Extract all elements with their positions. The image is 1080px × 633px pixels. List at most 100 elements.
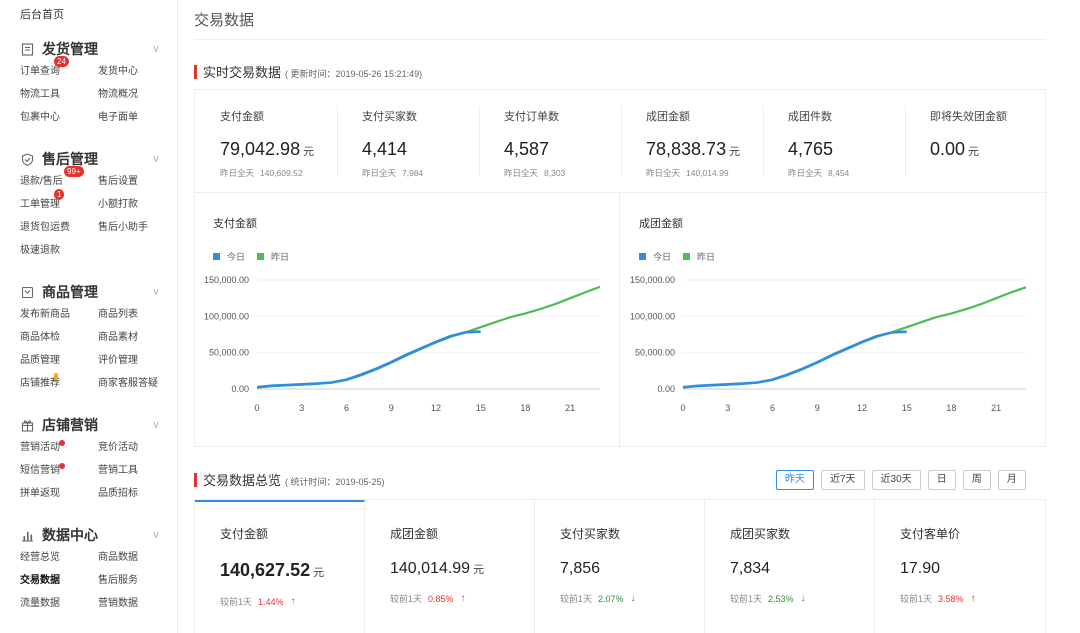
sidebar-item[interactable]: 拼单返现 [20,482,98,505]
sidebar-home-link[interactable]: 后台首页 [20,6,64,22]
sidebar-item-label: 商品数据 [98,552,138,563]
chevron-down-icon[interactable]: ∨ [152,418,160,431]
arrow-down-icon: ↓ [630,593,636,604]
compare-label: 较前1天 [220,597,253,607]
sidebar-item-label: 商家客服答疑 [98,378,158,389]
realtime-section-header: 实时交易数据 ( 更新时间：2019-05-26 15:21:49) [194,62,422,81]
sidebar-item[interactable]: 短信营销 [20,459,98,482]
y-tick-label: 0.00 [231,384,249,394]
range-tab[interactable]: 昨天 [776,470,814,490]
sidebar-item[interactable]: 包裹中心 [20,106,98,129]
overview-card[interactable]: 支付客单价 17.90 较前1天 3.58% ↑ [875,500,1045,633]
sidebar-item[interactable]: 营销活动 [20,436,98,459]
kpi-yesterday-label: 昨日全天 [646,168,681,178]
sidebar-group-items: 营销活动 竞价活动 短信营销 营销工具拼单返现 品质招标 [0,436,178,505]
sidebar-item[interactable]: 退货包运费 [20,216,98,239]
sidebar-item-label: 工单管理 [20,199,60,210]
sidebar-item[interactable]: 评价管理 [98,349,176,372]
sidebar-item[interactable]: 极速退款 [20,239,98,262]
sidebar-item[interactable]: 售后小助手 [98,216,176,239]
y-tick-label: 100,000.00 [204,311,249,321]
compare-label: 较前1天 [730,594,763,604]
sidebar-item[interactable]: 品质管理 [20,349,98,372]
sidebar-group-title: 发货管理 [42,41,98,57]
sidebar-group-header[interactable]: 发货管理 ∨ [0,38,178,60]
sidebar-item[interactable]: 订单查询 24 [20,56,98,83]
sidebar-item-label: 品质招标 [98,488,138,499]
y-tick-label: 50,000.00 [209,348,249,358]
sidebar-item[interactable]: 品质招标 [98,482,176,505]
compare-label: 较前1天 [900,594,933,604]
sidebar-item-label: 营销数据 [98,598,138,609]
sidebar-group-header[interactable]: 数据中心 ∨ [0,524,178,546]
sidebar-item-label: 商品体检 [20,332,60,343]
sidebar-group-header[interactable]: 商品管理 ∨ [0,281,178,303]
overview-card[interactable]: 成团买家数 7,834 较前1天 2.53% ↓ [705,500,875,633]
sidebar-item[interactable]: 售后服务 [98,569,176,592]
kpi-value: 0.00 元 [930,139,1047,160]
sidebar-item[interactable]: 工单管理 1 [20,189,98,216]
sidebar-item[interactable]: 物流工具 [20,83,98,106]
range-tab[interactable]: 周 [962,470,991,490]
sidebar-item[interactable]: 商品体检 [20,326,98,349]
kpi-label: 即将失效团金额 [930,111,1007,123]
overview-card[interactable]: 支付买家数 7,856 较前1天 2.07% ↓ [535,500,705,633]
overview-number: 140,014.99 [390,560,471,577]
sidebar-group-title: 店铺营销 [42,417,98,433]
chevron-down-icon[interactable]: ∨ [152,42,160,55]
kpi-number: 79,042.98 [220,139,301,159]
x-tick-label: 0 [254,403,259,413]
sidebar-item[interactable]: 营销工具 [98,459,176,482]
sidebar-item-label: 评价管理 [98,355,138,366]
app-root: 后台首页 发货管理 ∨ 订单查询 24 发货中心 物流工具 物流概况 包裹中心 电子面单 售后管理… [0,0,1080,633]
sidebar-item[interactable]: 售后设置 [98,170,176,193]
sidebar-item[interactable]: 商家客服答疑 [98,372,176,395]
sidebar-group-title: 数据中心 [42,527,98,543]
sidebar-item[interactable]: 竞价活动 [98,436,176,459]
sidebar-item[interactable]: 经营总览 [20,546,98,569]
sidebar-item[interactable]: 发布新商品 [20,303,98,326]
sidebar-item[interactable]: 电子面单 [98,106,176,129]
y-tick-label: 150,000.00 [204,275,249,285]
chevron-down-icon[interactable]: ∨ [152,152,160,165]
sidebar-item[interactable]: 流量数据 [20,592,98,615]
overview-value: 7,834 [730,560,874,578]
overview-number: 140,627.52 [220,560,311,580]
chevron-down-icon[interactable]: ∨ [152,285,160,298]
compare-percent: 2.07% [598,593,624,604]
title-divider [194,39,1046,40]
sidebar-item[interactable]: 交易数据 [20,569,98,592]
sidebar-item[interactable]: 小额打款 [98,193,176,216]
range-tab[interactable]: 月 [997,470,1026,490]
kpi-card: 成团金额 78,838.73 元昨日全天 140,014.99 [621,90,763,190]
overview-card[interactable]: 支付金额 140,627.52 元较前1天 1.44% ↑ [195,500,365,633]
sidebar-group-header[interactable]: 店铺营销 ∨ [0,414,178,436]
range-tab[interactable]: 日 [927,470,956,490]
sidebar-item[interactable]: 店铺推荐 [20,372,98,395]
kpi-card: 成团件数 4,765 昨日全天 8,454 [763,90,905,190]
series-line-yesterday [682,286,1027,389]
sidebar-group-header[interactable]: 售后管理 ∨ [0,148,178,170]
sidebar-item-label: 商品素材 [98,332,138,343]
sidebar-item[interactable]: 商品列表 [98,303,176,326]
sidebar-item[interactable]: 营销数据 [98,592,176,615]
sidebar-item-label: 经营总览 [20,552,60,563]
sidebar-item-label: 拼单返现 [20,488,60,499]
arrow-up-icon: ↑ [970,593,976,604]
range-tab[interactable]: 近30天 [871,470,921,490]
overview-card[interactable]: 成团金额 140,014.99 元较前1天 0.85% ↑ [365,500,535,633]
chevron-down-icon[interactable]: ∨ [152,528,160,541]
sidebar-group-items: 订单查询 24 发货中心 物流工具 物流概况 包裹中心 电子面单 [0,56,178,129]
sidebar-item[interactable]: 商品素材 [98,326,176,349]
compare-percent: 1.44% [258,596,284,607]
sidebar-item[interactable]: 发货中心 [98,60,176,83]
sidebar-item[interactable]: 物流概况 [98,83,176,106]
range-tab[interactable]: 近7天 [821,470,865,490]
x-tick-label: 12 [857,403,867,413]
new-tag-icon [54,373,58,380]
kpi-card: 支付金额 79,042.98 元昨日全天 140,609.52 [195,90,337,190]
range-tabs: 昨天 近7天 近30天日周月 [776,470,1033,490]
sidebar-item[interactable]: 商品数据 [98,546,176,569]
kpi-number: 4,587 [504,139,550,159]
kpi-label: 成团件数 [788,111,832,123]
